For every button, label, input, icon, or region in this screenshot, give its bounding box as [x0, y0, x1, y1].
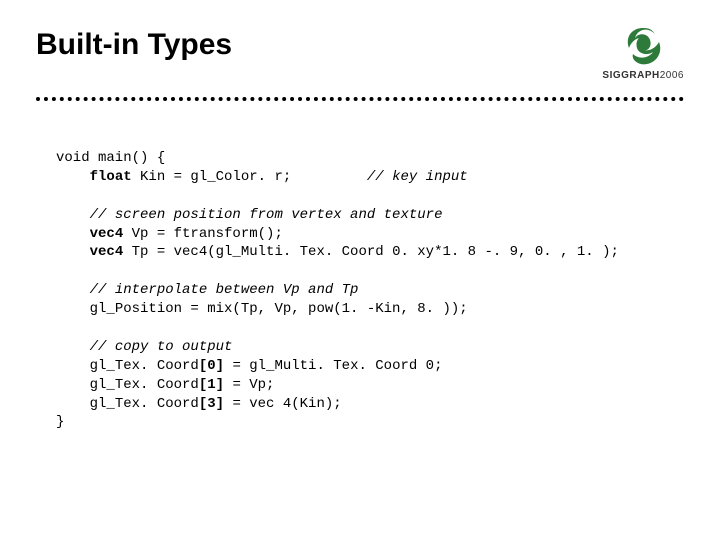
code-keyword: vec4 — [90, 226, 124, 242]
code-text: gl_Tex. Coord — [90, 377, 199, 393]
code-keyword: float — [90, 169, 132, 185]
code-text: Vp = ftransform(); — [123, 226, 283, 242]
siggraph-logo: SIGGRAPH2006 — [602, 24, 684, 81]
code-block: void main() { float Kin = gl_Color. r; /… — [0, 101, 720, 432]
code-text: gl_Tex. Coord — [90, 396, 199, 412]
code-line: } — [56, 414, 64, 430]
slide-header: Built-in Types SIGGRAPH2006 — [0, 0, 720, 91]
code-text: = gl_Multi. Tex. Coord 0; — [224, 358, 442, 374]
code-comment: // copy to output — [90, 339, 233, 355]
code-text: Kin = gl_Color. r; — [132, 169, 367, 185]
code-keyword: [1] — [199, 377, 224, 393]
code-line: void main() { — [56, 150, 165, 166]
code-text: gl_Position = mix(Tp, Vp, pow(1. -Kin, 8… — [90, 301, 468, 317]
code-comment: // key input — [367, 169, 468, 185]
code-keyword: [3] — [199, 396, 224, 412]
code-text: = Vp; — [224, 377, 274, 393]
code-keyword: vec4 — [90, 244, 124, 260]
code-text: = vec 4(Kin); — [224, 396, 342, 412]
code-keyword: [0] — [199, 358, 224, 374]
code-text: Tp = vec4(gl_Multi. Tex. Coord 0. xy*1. … — [123, 244, 619, 260]
code-comment: // interpolate between Vp and Tp — [90, 282, 359, 298]
page-title: Built-in Types — [36, 28, 232, 62]
logo-text: SIGGRAPH2006 — [602, 70, 684, 81]
code-text: gl_Tex. Coord — [90, 358, 199, 374]
swirl-icon — [621, 24, 665, 68]
code-comment: // screen position from vertex and textu… — [90, 207, 443, 223]
